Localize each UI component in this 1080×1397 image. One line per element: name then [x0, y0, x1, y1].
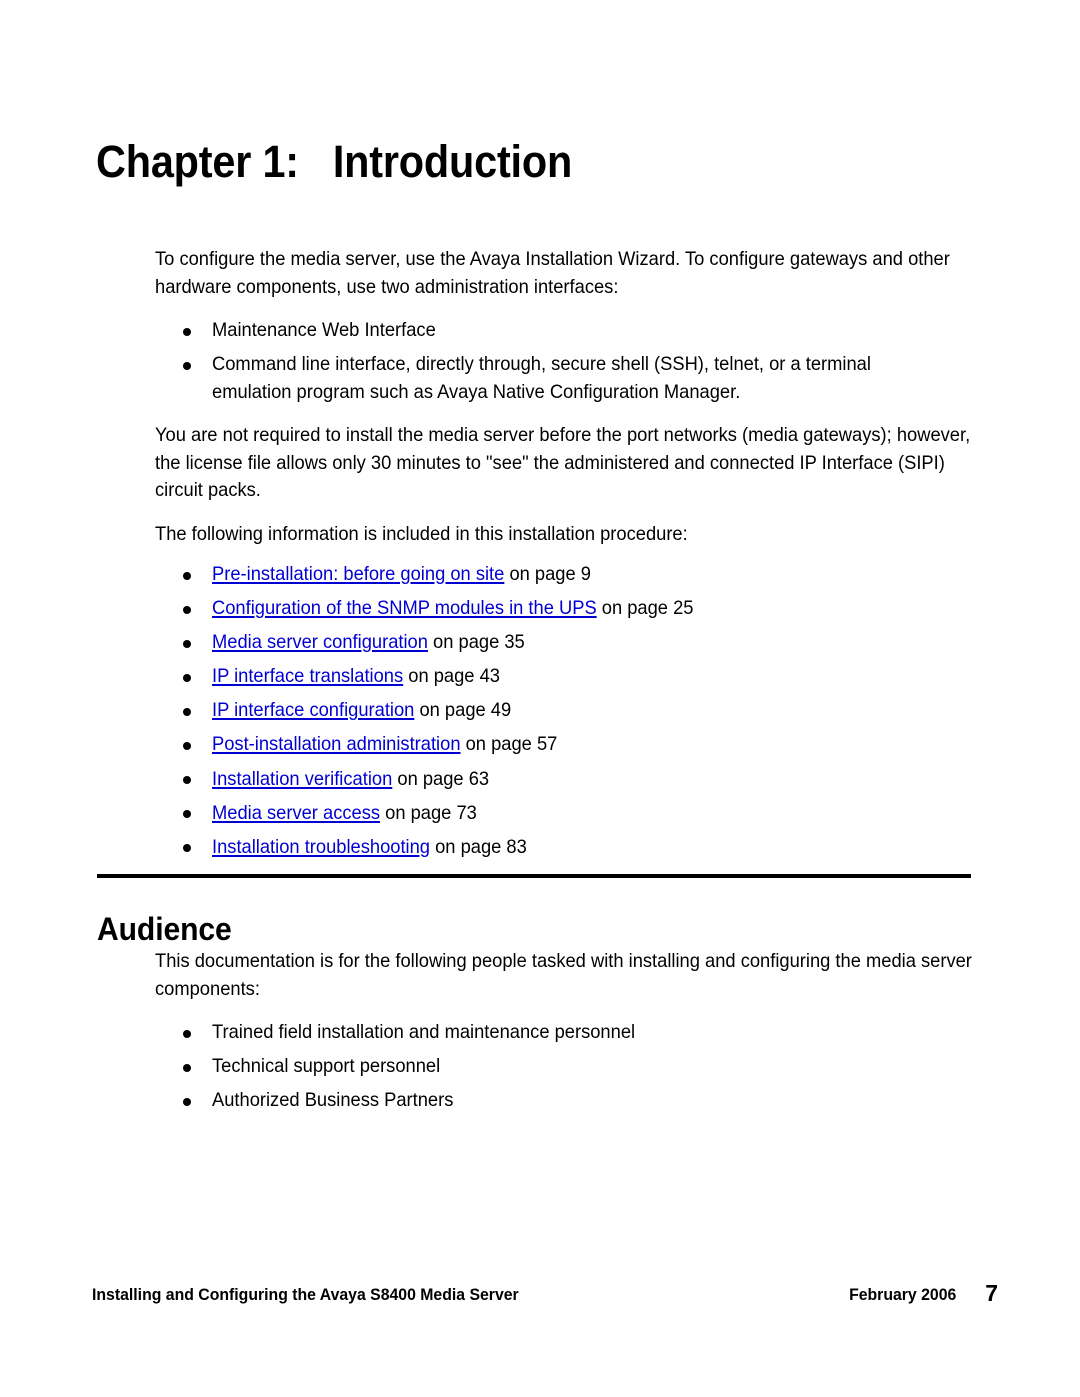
list-item: Authorized Business Partners: [155, 1087, 973, 1115]
cross-reference-link[interactable]: Media server access: [212, 803, 380, 824]
list-item: Command line interface, directly through…: [155, 351, 973, 406]
document-page: Chapter 1: Introduction To configure the…: [0, 0, 1080, 1397]
page-title: Chapter 1: Introduction: [96, 136, 573, 188]
bullet-icon: [183, 810, 191, 819]
administration-interfaces-list: Maintenance Web Interface Command line i…: [155, 317, 973, 406]
list-item: IP interface configuration on page 49: [155, 697, 973, 725]
list-item: Media server configuration on page 35: [155, 629, 973, 657]
bullet-icon: [183, 707, 191, 716]
list-item: Maintenance Web Interface: [155, 317, 973, 345]
bullet-icon: [183, 741, 191, 750]
cross-reference-link[interactable]: Pre-installation: before going on site: [212, 564, 504, 585]
cross-reference-pagenumber: on page 57: [460, 734, 558, 756]
list-item: Technical support personnel: [155, 1053, 973, 1081]
cross-reference-pagenumber: on page 35: [427, 632, 525, 654]
bullet-icon: [183, 639, 191, 648]
cross-reference-link[interactable]: IP interface configuration: [212, 700, 414, 721]
cross-reference-link[interactable]: Post-installation administration: [212, 734, 461, 755]
bullet-icon: [183, 361, 191, 370]
list-item-label: Command line interface, directly through…: [212, 354, 871, 403]
cross-reference-link[interactable]: Installation troubleshooting: [212, 837, 430, 858]
list-item: Installation verification on page 63: [155, 766, 973, 794]
bullet-icon: [183, 571, 191, 580]
intro-paragraph-2: You are not required to install the medi…: [155, 425, 971, 501]
list-item: Media server access on page 73: [155, 800, 973, 828]
list-item: IP interface translations on page 43: [155, 663, 973, 691]
cross-reference-pagenumber: on page 9: [504, 564, 591, 585]
cross-reference-pagenumber: on page 25: [596, 598, 694, 620]
list-item-label: Maintenance Web Interface: [212, 320, 436, 341]
cross-reference-list: Pre-installation: before going on site o…: [155, 561, 973, 861]
audience-section: This documentation is for the following …: [155, 948, 973, 1131]
footer-page-number: 7: [985, 1280, 998, 1306]
list-item-label: Authorized Business Partners: [212, 1090, 454, 1111]
list-item: Configuration of the SNMP modules in the…: [155, 595, 973, 623]
bullet-icon: [183, 1097, 191, 1106]
cross-reference-link[interactable]: Media server configuration: [212, 632, 428, 653]
footer-document-title: Installing and Configuring the Avaya S84…: [92, 1285, 519, 1304]
cross-reference-pagenumber: on page 49: [414, 700, 512, 722]
cross-reference-link[interactable]: Installation verification: [212, 769, 392, 790]
cross-reference-pagenumber: on page 63: [392, 768, 490, 790]
bullet-icon: [183, 844, 191, 853]
cross-reference-pagenumber: on page 83: [430, 836, 527, 858]
audience-roles-list: Trained field installation and maintenan…: [155, 1019, 973, 1115]
footer-date: February 2006: [848, 1285, 956, 1304]
section-divider: [97, 874, 971, 878]
intro-paragraph-1: To configure the media server, use the A…: [155, 249, 950, 298]
list-item: Installation troubleshooting on page 83: [155, 834, 973, 862]
list-item-label: Trained field installation and maintenan…: [212, 1022, 636, 1043]
intro-paragraph-3: The following information is included in…: [155, 523, 688, 545]
bullet-icon: [183, 776, 191, 785]
list-item: Trained field installation and maintenan…: [155, 1019, 973, 1047]
bullet-icon: [183, 673, 191, 682]
list-item-label: Technical support personnel: [212, 1056, 441, 1077]
cross-reference-link[interactable]: Configuration of the SNMP modules in the…: [212, 598, 597, 619]
section-heading-audience: Audience: [97, 910, 232, 947]
introduction-section: To configure the media server, use the A…: [155, 246, 973, 861]
list-item: Pre-installation: before going on site o…: [155, 561, 973, 589]
bullet-icon: [183, 327, 191, 336]
bullet-icon: [183, 1029, 191, 1038]
bullet-icon: [183, 605, 191, 614]
page-footer: Installing and Configuring the Avaya S84…: [92, 1280, 998, 1309]
list-item: Post-installation administration on page…: [155, 731, 973, 759]
cross-reference-pagenumber: on page 43: [403, 666, 500, 688]
cross-reference-link[interactable]: IP interface translations: [212, 666, 403, 687]
cross-reference-pagenumber: on page 73: [380, 802, 477, 824]
bullet-icon: [183, 1063, 191, 1072]
audience-paragraph: This documentation is for the following …: [155, 951, 972, 1000]
